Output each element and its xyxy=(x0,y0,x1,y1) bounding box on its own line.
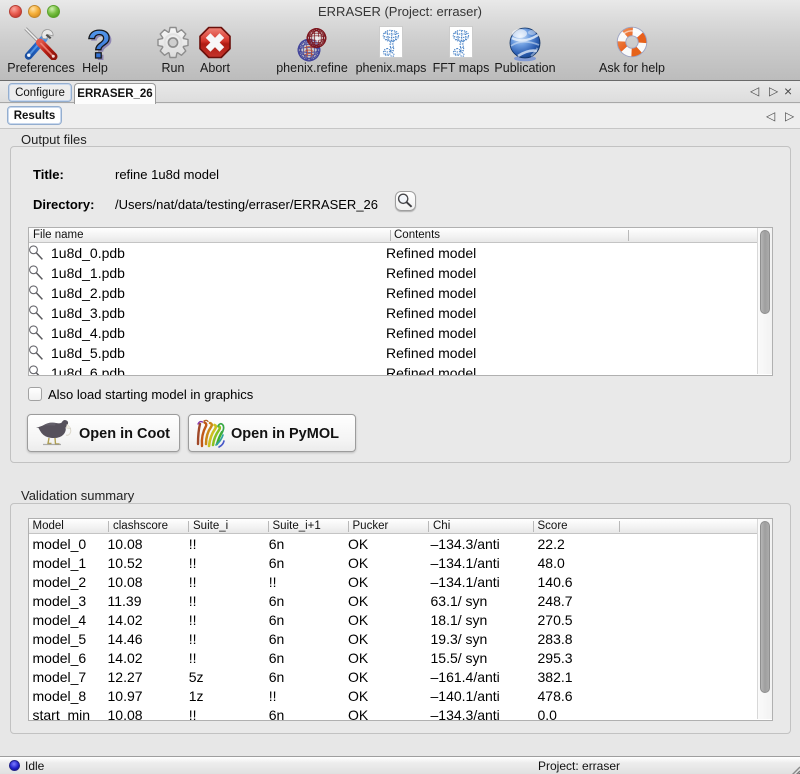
svg-text:?: ? xyxy=(87,26,111,60)
